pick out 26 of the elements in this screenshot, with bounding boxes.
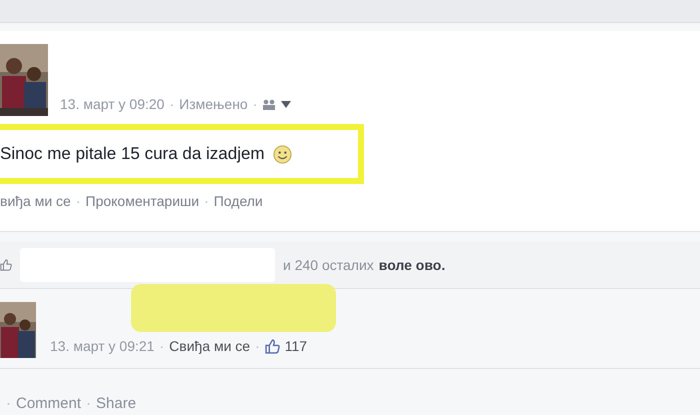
action-link[interactable]: виђа ми се xyxy=(0,193,71,209)
action-link[interactable]: Подели xyxy=(214,193,263,209)
likes-text: воле ово. xyxy=(378,257,446,273)
thumbs-up-icon xyxy=(0,258,12,272)
separator: · xyxy=(204,193,209,209)
separator: · xyxy=(255,338,260,354)
smiley-icon xyxy=(272,144,292,164)
action-link[interactable]: Прокоментариши xyxy=(86,193,200,209)
like-link[interactable]: Свиђа ми се xyxy=(169,338,250,354)
separator: · xyxy=(6,395,11,412)
people-icon[interactable] xyxy=(262,98,276,110)
post-text: Sinoc me pitale 15 cura da izadjem xyxy=(0,144,265,164)
like-count: 117 xyxy=(284,338,308,354)
action-link[interactable]: Comment xyxy=(16,395,82,412)
thumbs-up-icon xyxy=(264,338,280,354)
timestamp[interactable]: 13. март у 09:21 xyxy=(50,338,154,354)
separator: · xyxy=(76,193,81,209)
separator: · xyxy=(86,395,92,412)
edited-link[interactable]: Измењено xyxy=(179,96,248,112)
timestamp[interactable]: 13. март у 09:20 xyxy=(60,96,164,112)
separator: · xyxy=(159,338,164,354)
caret-icon[interactable] xyxy=(281,100,292,108)
likes-count[interactable]: и 240 осталих xyxy=(283,257,374,273)
separator: · xyxy=(252,96,258,112)
action-link[interactable]: Share xyxy=(96,395,136,412)
separator: · xyxy=(169,96,174,112)
